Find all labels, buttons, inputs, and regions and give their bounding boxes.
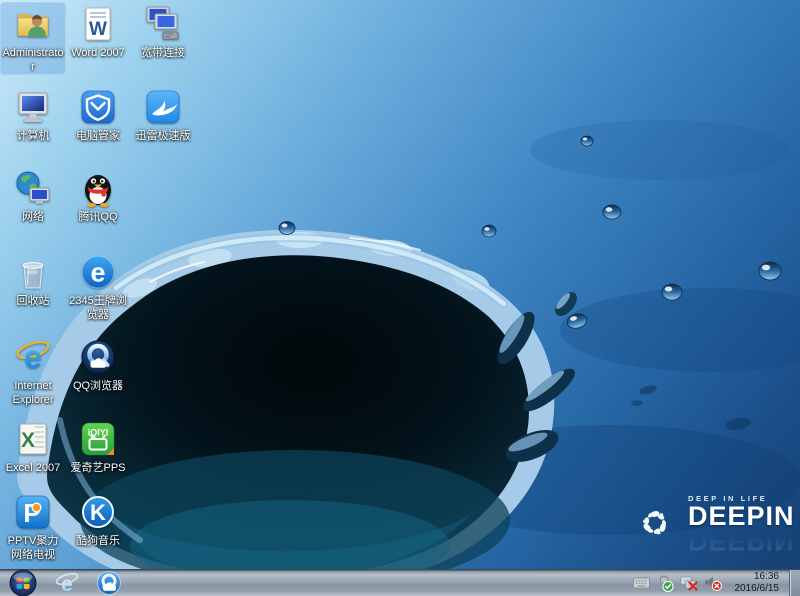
pptv-icon: P: [13, 492, 53, 532]
excel-x-glyph: X: [21, 429, 35, 452]
start-button[interactable]: [6, 570, 40, 596]
desktop-icon-excel-2007[interactable]: X Excel 2007: [1, 418, 65, 475]
taskbar: e: [0, 569, 800, 596]
iqiyi-icon: iQIYI: [78, 419, 118, 459]
tray-network-status[interactable]: [680, 574, 699, 592]
icon-label: 回收站: [1, 294, 65, 308]
icon-label: 爱奇艺PPS: [66, 461, 130, 475]
icon-label: 腾讯QQ: [66, 210, 130, 224]
icon-label: 酷狗音乐: [66, 534, 130, 548]
network-icon: [13, 168, 53, 208]
icon-label: 电脑管家: [66, 129, 130, 143]
thunder-bird-icon: [143, 87, 183, 127]
screen: DEEP IN LIFE DEEPIN DEEPIN Administrator: [0, 0, 800, 596]
desktop-icon-network[interactable]: 网络: [1, 167, 65, 224]
network-disconnected-icon: [680, 576, 698, 591]
speaker-muted-icon: [704, 575, 722, 591]
icon-label: 计算机: [1, 129, 65, 143]
keyboard-icon: [633, 577, 650, 589]
desktop[interactable]: DEEP IN LIFE DEEPIN DEEPIN Administrator: [0, 0, 800, 569]
2345-browser-e-icon: e: [78, 252, 118, 292]
desktop-icon-broadband-connection[interactable]: 宽带连接: [131, 3, 195, 60]
icon-label: Administrator: [1, 46, 65, 74]
word-document-icon: W: [78, 4, 118, 44]
broadband-connection-icon: [143, 4, 183, 44]
system-tray: 16:36 2016/6/15: [632, 570, 800, 596]
taskbar-clock[interactable]: 16:36 2016/6/15: [735, 571, 780, 595]
clock-date: 2016/6/15: [735, 583, 780, 595]
icon-label: Excel 2007: [1, 461, 65, 475]
taskbar-qq-browser-button[interactable]: [94, 570, 124, 596]
desktop-icon-recycle-bin[interactable]: 回收站: [1, 251, 65, 308]
svg-text:e: e: [61, 573, 73, 596]
tray-input-method[interactable]: [632, 574, 651, 592]
tray-volume[interactable]: [704, 574, 723, 592]
user-folder-icon: [13, 4, 53, 44]
kugou-k-icon: K: [78, 492, 118, 532]
icon-label: 2345王牌浏览器: [66, 294, 130, 322]
desktop-icon-tencent-qq[interactable]: 腾讯QQ: [66, 167, 130, 224]
desktop-icon-iqiyi-pps[interactable]: iQIYI 爱奇艺PPS: [66, 418, 130, 475]
icon-label: PPTV聚力 网络电视: [1, 534, 65, 562]
desktop-icon-computer[interactable]: 计算机: [1, 86, 65, 143]
internet-explorer-icon: e: [13, 337, 53, 377]
desktop-icon-internet-explorer[interactable]: e Internet Explorer: [1, 336, 65, 407]
usb-device-ok-icon: [656, 575, 674, 592]
deepin-swirl-icon: [626, 494, 684, 552]
logo-brand: DEEPIN: [688, 503, 795, 530]
shield-icon: [78, 87, 118, 127]
icon-label: Word 2007: [66, 46, 130, 60]
desktop-icon-administrator[interactable]: Administrator: [1, 3, 65, 74]
desktop-icon-kugou-music[interactable]: K 酷狗音乐: [66, 491, 130, 548]
ie-e-glyph: e: [24, 339, 42, 375]
show-desktop-button[interactable]: [789, 570, 800, 596]
pptv-p-glyph: P: [23, 498, 40, 528]
icon-label: 网络: [1, 210, 65, 224]
desktop-icon-2345-browser[interactable]: e 2345王牌浏览器: [66, 251, 130, 322]
ie-icon: e: [54, 570, 80, 596]
desktop-icon-word-2007[interactable]: W Word 2007: [66, 3, 130, 60]
word-w-glyph: W: [89, 19, 107, 40]
logo-brand-reflection: DEEPIN: [688, 530, 795, 552]
windows-start-orb-icon: [9, 569, 37, 596]
tray-safely-remove-hardware[interactable]: [656, 574, 675, 592]
2345-e-glyph: e: [90, 258, 105, 288]
taskbar-ie-button[interactable]: e: [52, 570, 82, 596]
recycle-bin-icon: [13, 252, 53, 292]
computer-icon: [13, 87, 53, 127]
icon-label: 迅雷极速版: [131, 129, 195, 143]
desktop-icon-thunder[interactable]: 迅雷极速版: [131, 86, 195, 143]
icon-label: QQ浏览器: [66, 379, 130, 393]
qq-penguin-icon: [78, 168, 118, 208]
kugou-k-glyph: K: [90, 500, 106, 525]
deepin-logo: DEEP IN LIFE DEEPIN DEEPIN: [626, 494, 796, 564]
logo-tagline: DEEP IN LIFE: [688, 494, 795, 503]
desktop-icon-pc-manager[interactable]: 电脑管家: [66, 86, 130, 143]
icon-label: Internet Explorer: [1, 379, 65, 407]
excel-icon: X: [13, 419, 53, 459]
qq-browser-icon: [78, 337, 118, 377]
icon-label: 宽带连接: [131, 46, 195, 60]
clock-time: 16:36: [735, 571, 780, 583]
desktop-icon-pptv[interactable]: P PPTV聚力 网络电视: [1, 491, 65, 562]
qq-browser-cloud-icon: [96, 570, 122, 596]
desktop-icon-qq-browser[interactable]: QQ浏览器: [66, 336, 130, 393]
